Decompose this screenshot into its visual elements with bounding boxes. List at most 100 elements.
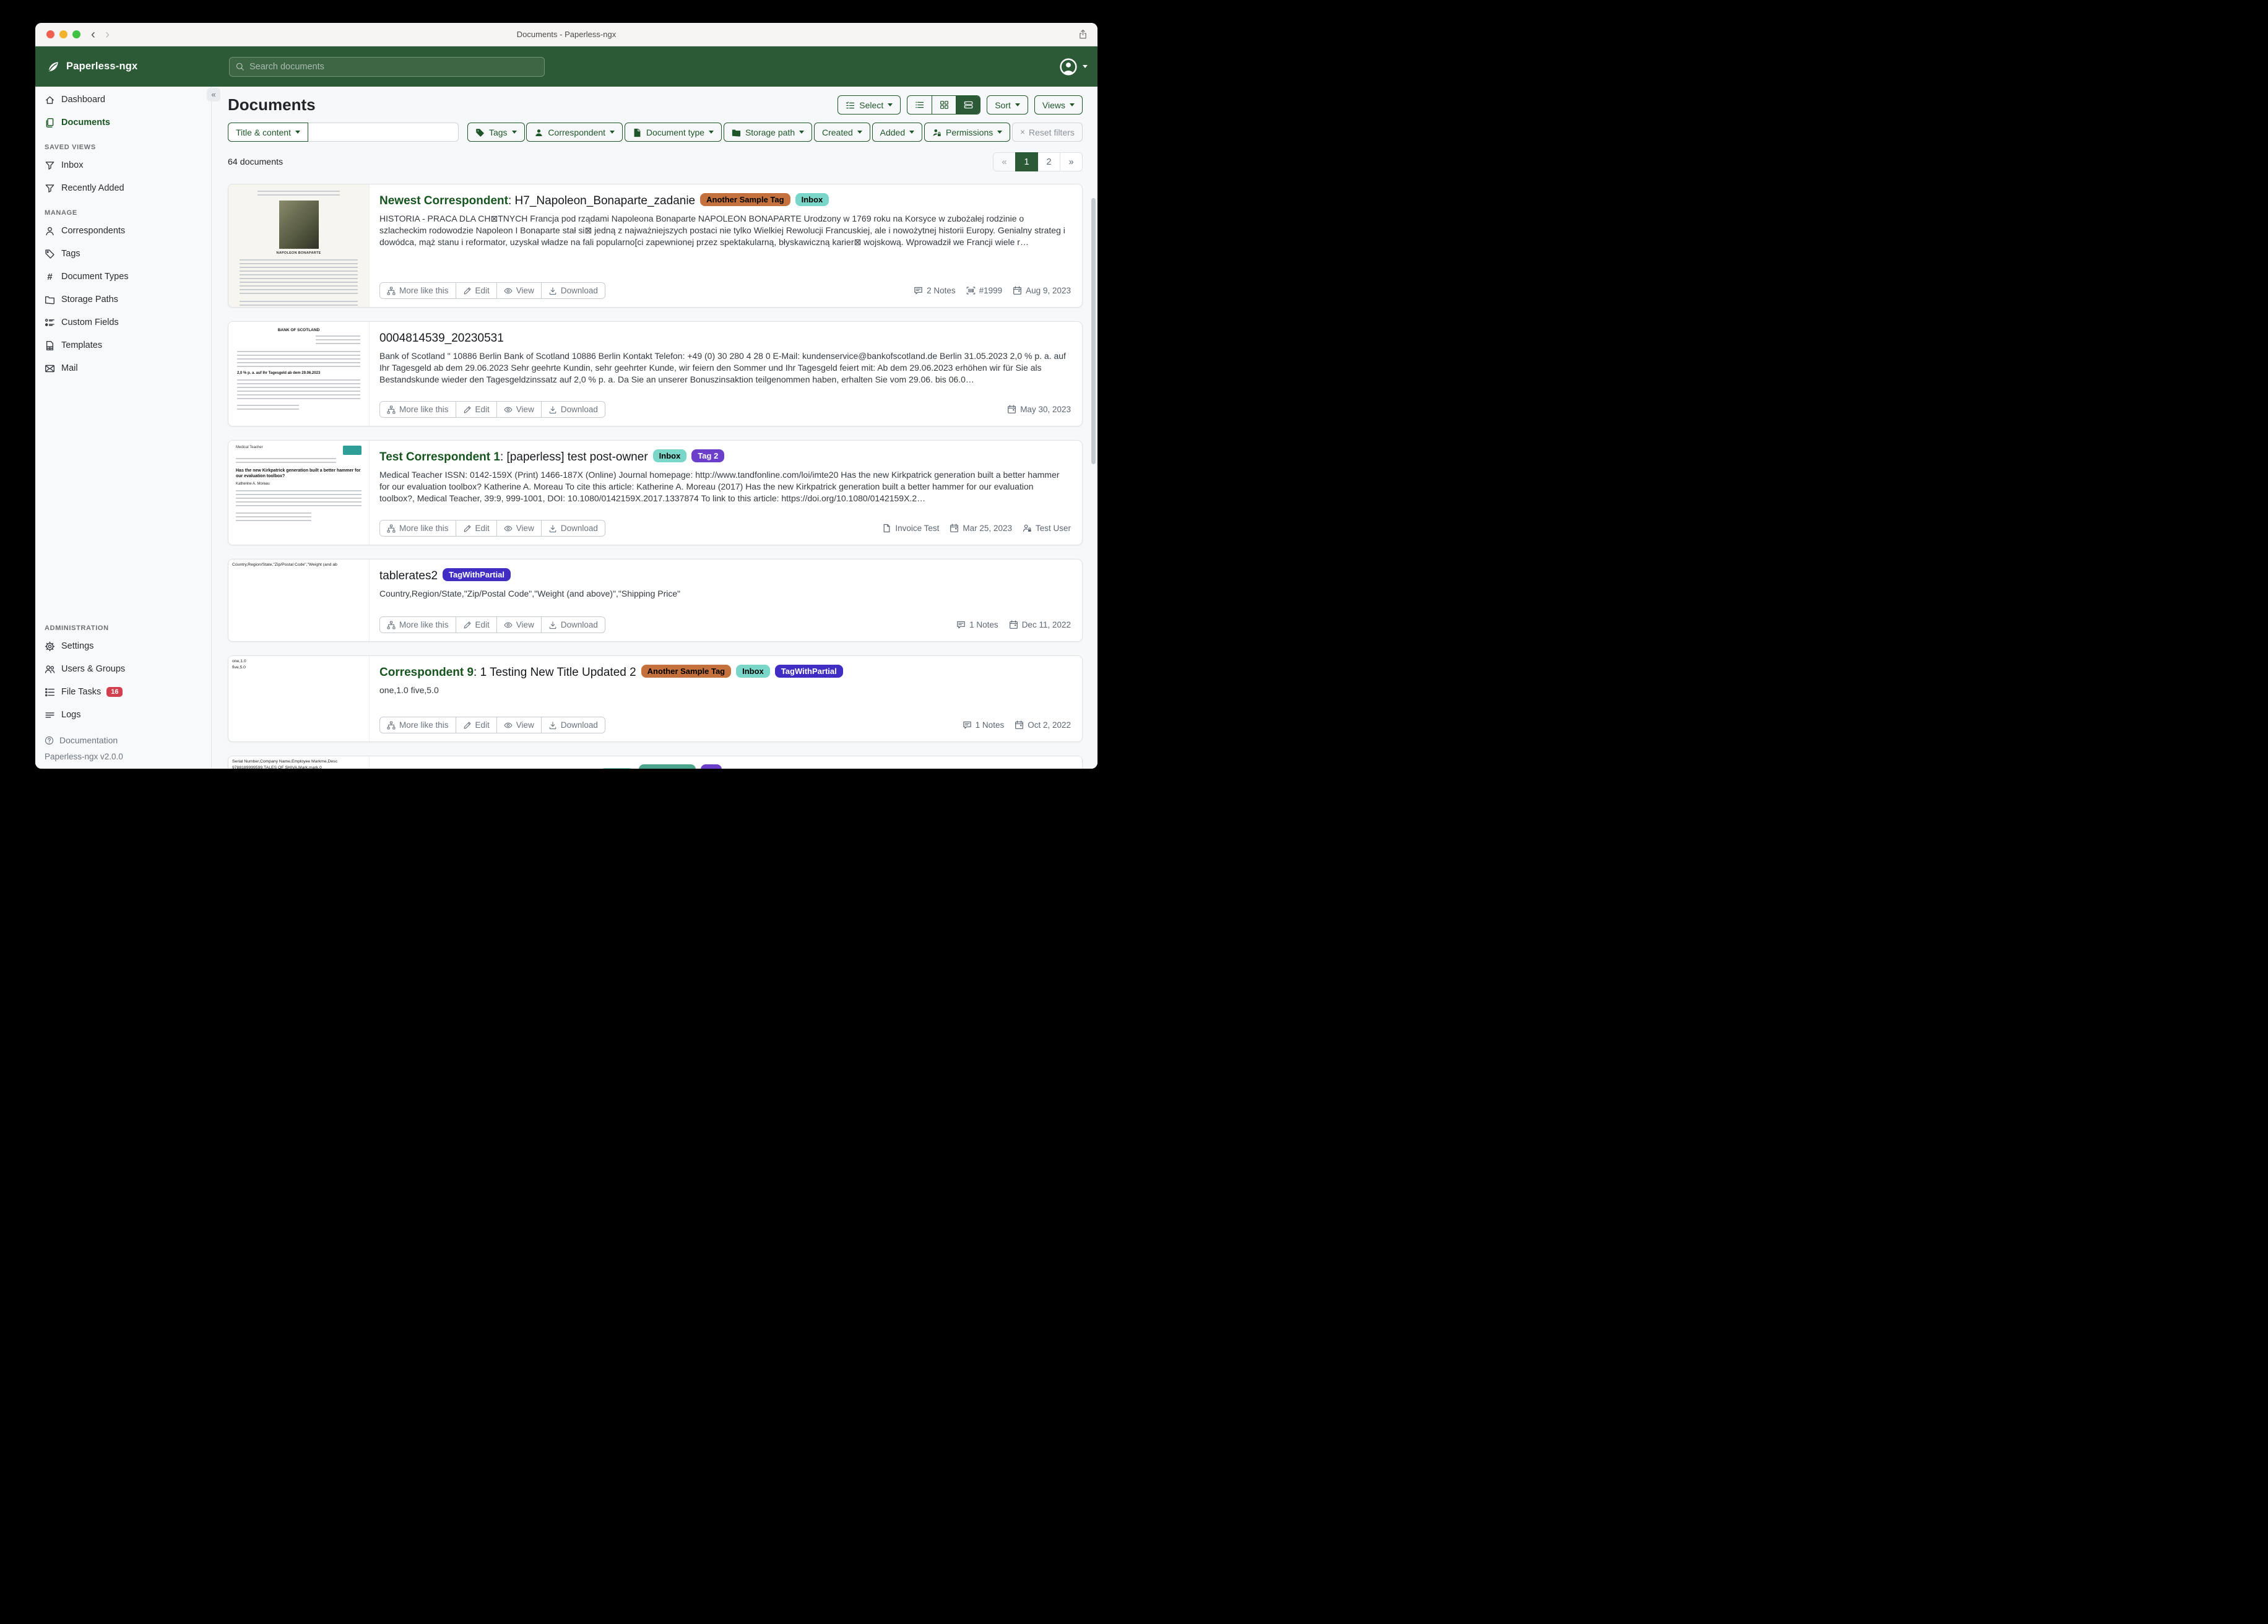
document-title[interactable]: Newest Correspondent: Sample100.csvInbox <box>379 764 1071 769</box>
tag-pill[interactable]: Inbox <box>736 665 770 678</box>
notes-link[interactable]: 1 Notes <box>956 620 998 629</box>
document-title-link[interactable]: [paperless] test post-owner <box>507 451 648 464</box>
zoom-window-button[interactable] <box>72 30 80 38</box>
filter-correspondent-button[interactable]: Correspondent <box>526 123 623 142</box>
sidebar-item-dashboard[interactable]: Dashboard <box>35 89 211 110</box>
tag-pill[interactable] <box>639 764 696 769</box>
tag-pill[interactable]: TagWithPartial <box>775 665 843 678</box>
sidebar-item-recently-added[interactable]: Recently Added <box>35 178 211 199</box>
view-button[interactable]: View <box>496 402 541 417</box>
correspondent-link[interactable]: Test Correspondent 1 <box>379 451 500 464</box>
document-thumbnail[interactable]: Serial Number,Company Name,Employee Mark… <box>228 756 370 769</box>
more-like-this-button[interactable]: More like this <box>380 520 456 536</box>
download-button[interactable]: Download <box>541 283 605 298</box>
document-thumbnail[interactable]: NAPOLEON BONAPARTE <box>228 184 370 307</box>
download-button[interactable]: Download <box>541 717 605 733</box>
filter-tags-button[interactable]: Tags <box>467 123 525 142</box>
filter-document-type-button[interactable]: Document type <box>625 123 722 142</box>
sidebar-item-custom-fields[interactable]: Custom Fields <box>35 312 211 333</box>
sidebar-item-documents[interactable]: Documents <box>35 112 211 133</box>
document-title[interactable]: 0004814539_20230531 <box>379 330 1071 347</box>
back-button[interactable]: ‹ <box>91 28 95 41</box>
document-title[interactable]: Correspondent 9: 1 Testing New Title Upd… <box>379 664 1071 681</box>
edit-button[interactable]: Edit <box>456 520 496 536</box>
sidebar-item-tags[interactable]: Tags <box>35 243 211 264</box>
pagination-first-button[interactable]: « <box>993 152 1016 171</box>
scrollbar-thumb[interactable] <box>1091 198 1096 464</box>
share-icon[interactable] <box>1078 29 1089 40</box>
tag-pill[interactable]: Another Sample Tag <box>700 193 790 206</box>
view-button[interactable]: View <box>496 717 541 733</box>
details-view-button[interactable] <box>956 96 980 114</box>
document-title[interactable]: Newest Correspondent: H7_Napoleon_Bonapa… <box>379 192 1071 209</box>
filter-storage-path-button[interactable]: Storage path <box>724 123 812 142</box>
view-button[interactable]: View <box>496 617 541 633</box>
filter-permissions-button[interactable]: Permissions <box>924 123 1010 142</box>
correspondent-link[interactable]: Correspondent 9 <box>379 666 474 679</box>
document-title-link[interactable]: tablerates2 <box>379 569 438 582</box>
pagination-page-1[interactable]: 1 <box>1015 152 1038 171</box>
notes-link[interactable]: 2 Notes <box>914 285 956 295</box>
notes-link[interactable]: 1 Notes <box>963 720 1005 730</box>
filter-added-button[interactable]: Added <box>872 123 922 142</box>
views-button[interactable]: Views <box>1034 95 1083 114</box>
tag-pill[interactable] <box>701 764 722 769</box>
search-input[interactable] <box>229 57 545 77</box>
document-thumbnail[interactable]: BANK OF SCOTLAND2,0 % p. a. auf Ihr Tage… <box>228 322 370 426</box>
document-type-link[interactable]: Invoice Test <box>882 523 939 533</box>
pagination-last-button[interactable]: » <box>1060 152 1083 171</box>
correspondent-link[interactable]: Newest Correspondent <box>379 194 508 207</box>
sidebar-item-correspondents[interactable]: Correspondents <box>35 220 211 241</box>
sidebar-item-storage-paths[interactable]: Storage Paths <box>35 289 211 310</box>
edit-button[interactable]: Edit <box>456 283 496 298</box>
search-field-selector[interactable]: Title & content <box>228 123 308 142</box>
document-title[interactable]: Test Correspondent 1: [paperless] test p… <box>379 449 1071 465</box>
sidebar-item-settings[interactable]: Settings <box>35 636 211 657</box>
sidebar-item-file-tasks[interactable]: File Tasks16 <box>35 681 211 702</box>
download-button[interactable]: Download <box>541 617 605 633</box>
user-menu[interactable] <box>1059 58 1088 76</box>
tag-pill[interactable]: Another Sample Tag <box>641 665 731 678</box>
more-like-this-button[interactable]: More like this <box>380 717 456 733</box>
view-button[interactable]: View <box>496 283 541 298</box>
download-button[interactable]: Download <box>541 520 605 536</box>
document-title-link[interactable]: 0004814539_20230531 <box>379 332 504 345</box>
documentation-link[interactable]: Documentation <box>35 731 211 749</box>
more-like-this-button[interactable]: More like this <box>380 283 456 298</box>
edit-button[interactable]: Edit <box>456 717 496 733</box>
tag-pill[interactable]: Inbox <box>653 449 687 462</box>
more-like-this-button[interactable]: More like this <box>380 402 456 417</box>
sidebar-item-templates[interactable]: Templates <box>35 335 211 356</box>
document-title[interactable]: tablerates2 TagWithPartial <box>379 568 1071 584</box>
tag-pill[interactable]: Inbox <box>795 193 829 206</box>
document-thumbnail[interactable]: one,1.0five,5.0 <box>228 656 370 741</box>
edit-button[interactable]: Edit <box>456 617 496 633</box>
sidebar-item-users-groups[interactable]: Users & Groups <box>35 659 211 680</box>
edit-button[interactable]: Edit <box>456 402 496 417</box>
document-thumbnail[interactable]: Medical TeacherHas the new Kirkpatrick g… <box>228 441 370 545</box>
sidebar-item-logs[interactable]: Logs <box>35 704 211 725</box>
filter-created-button[interactable]: Created <box>814 123 870 142</box>
tag-pill[interactable]: Inbox <box>600 768 634 769</box>
sort-button[interactable]: Sort <box>987 95 1028 114</box>
download-button[interactable]: Download <box>541 402 605 417</box>
document-thumbnail[interactable]: Country,Region/State,"Zip/Postal Code","… <box>228 559 370 641</box>
forward-button[interactable]: › <box>105 28 110 41</box>
app-logo[interactable]: Paperless-ngx <box>46 60 210 74</box>
sidebar-item-mail[interactable]: Mail <box>35 358 211 379</box>
list-view-button[interactable] <box>907 96 932 114</box>
tag-pill[interactable]: Tag 2 <box>691 449 724 462</box>
pagination-page-2[interactable]: 2 <box>1037 152 1060 171</box>
tag-pill[interactable]: TagWithPartial <box>443 568 511 581</box>
view-button[interactable]: View <box>496 520 541 536</box>
grid-view-button[interactable] <box>932 96 956 114</box>
close-window-button[interactable] <box>46 30 54 38</box>
sidebar-item-inbox[interactable]: Inbox <box>35 155 211 176</box>
more-like-this-button[interactable]: More like this <box>380 617 456 633</box>
document-title-link[interactable]: H7_Napoleon_Bonaparte_zadanie <box>515 194 696 207</box>
sidebar-collapse-button[interactable]: « <box>207 88 220 102</box>
minimize-window-button[interactable] <box>59 30 67 38</box>
reset-filters-button[interactable]: ×Reset filters <box>1012 123 1083 142</box>
select-button[interactable]: Select <box>838 95 901 114</box>
sidebar-item-document-types[interactable]: #Document Types <box>35 266 211 287</box>
